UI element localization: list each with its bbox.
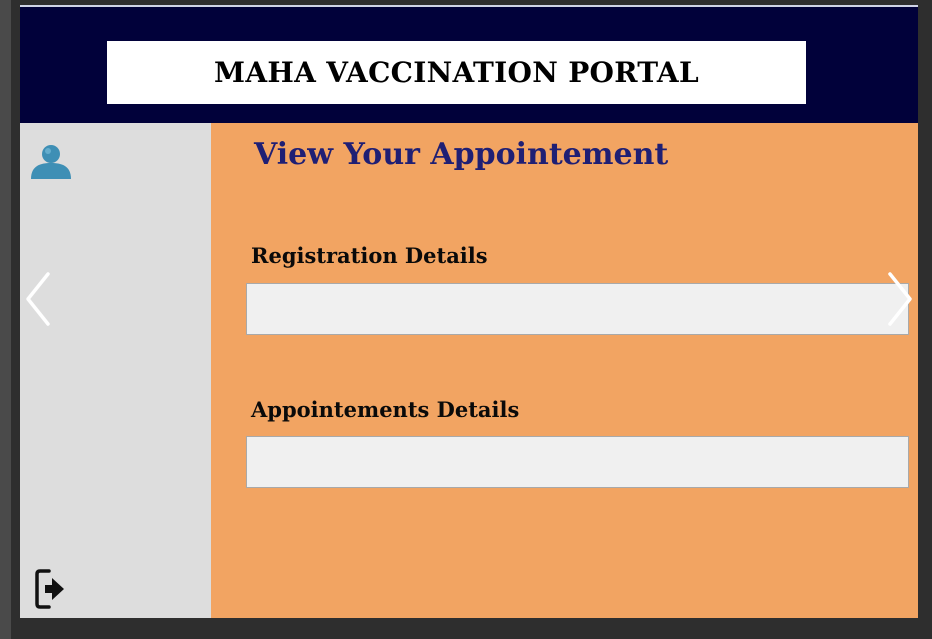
logout-icon[interactable] xyxy=(34,567,68,611)
portal-screen: MAHA VACCINATION PORTAL View Your Appoin… xyxy=(20,5,918,618)
app-frame: MAHA VACCINATION PORTAL View Your Appoin… xyxy=(0,0,932,639)
registration-details-label: Registration Details xyxy=(251,243,488,268)
window-edge xyxy=(0,0,11,639)
portal-title: MAHA VACCINATION PORTAL xyxy=(214,56,699,89)
chevron-left-icon[interactable] xyxy=(22,270,54,328)
page-title: View Your Appointement xyxy=(254,137,669,172)
chevron-right-icon[interactable] xyxy=(884,270,916,328)
appointment-details-field[interactable] xyxy=(246,436,909,488)
main-content: View Your Appointement Registration Deta… xyxy=(211,123,918,618)
user-icon[interactable] xyxy=(28,141,74,181)
registration-details-field[interactable] xyxy=(246,283,909,335)
title-banner: MAHA VACCINATION PORTAL xyxy=(107,41,806,104)
header-bar: MAHA VACCINATION PORTAL xyxy=(20,5,918,123)
appointment-details-label: Appointements Details xyxy=(251,397,520,422)
sidebar xyxy=(20,123,211,618)
